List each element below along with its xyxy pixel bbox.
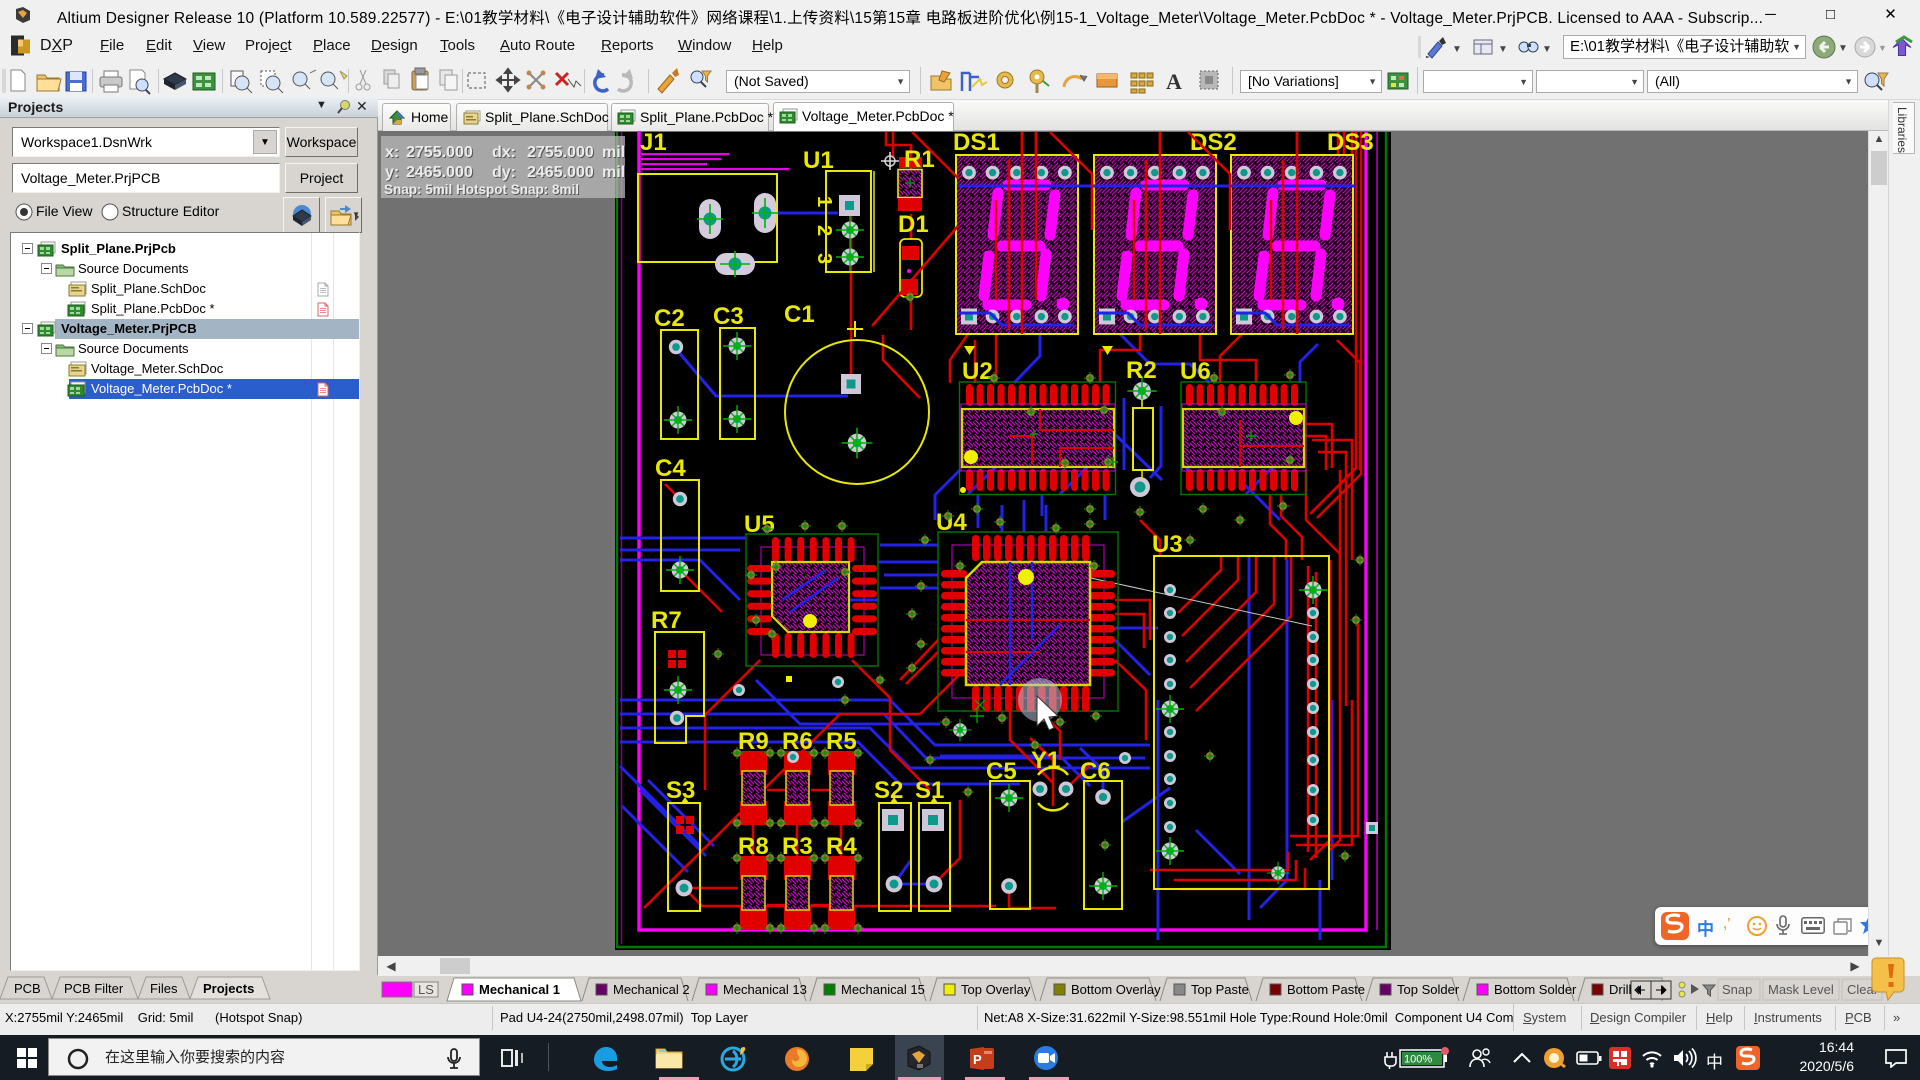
svg-text:C1: C1	[784, 301, 815, 328]
svg-text:C3: C3	[713, 303, 744, 330]
svg-text:J1: J1	[640, 131, 667, 156]
svg-text:Mechanical 1: Mechanical 1	[479, 982, 560, 997]
svg-text:Mask Level: Mask Level	[1768, 982, 1834, 997]
svg-text:C6: C6	[1080, 758, 1111, 785]
svg-text:Snap: 5mil Hotspot Snap: 8mil: Snap: 5mil Hotspot Snap: 8mil	[384, 182, 579, 197]
svg-text:DS1: DS1	[953, 131, 1000, 156]
svg-text:R4: R4	[826, 833, 857, 860]
svg-text:▼: ▼	[1838, 43, 1848, 54]
svg-text:U5: U5	[744, 511, 775, 538]
svg-text:C2: C2	[654, 305, 685, 332]
svg-text:D1: D1	[898, 211, 929, 238]
svg-text:R6: R6	[782, 728, 813, 755]
svg-text:▼: ▼	[1542, 44, 1552, 55]
svg-text:▼: ▼	[1498, 44, 1508, 55]
svg-text:Projects: Projects	[203, 981, 254, 996]
svg-text:2: 2	[813, 225, 835, 236]
svg-text:y:2465.000dy:2465.000mil: y:2465.000dy:2465.000mil	[385, 164, 625, 181]
svg-text:Mechanical 2: Mechanical 2	[613, 982, 690, 997]
svg-text:Top Paste: Top Paste	[1191, 982, 1249, 997]
svg-text:100%: 100%	[1404, 1054, 1432, 1066]
svg-text:Mechanical 15: Mechanical 15	[841, 982, 925, 997]
svg-text:U3: U3	[1152, 531, 1183, 558]
svg-text:R3: R3	[782, 833, 813, 860]
svg-text:Files: Files	[150, 981, 178, 996]
svg-text:LS: LS	[418, 982, 434, 997]
svg-text:DS3: DS3	[1327, 131, 1374, 156]
svg-text:1: 1	[813, 196, 835, 207]
svg-text:S2: S2	[874, 777, 903, 804]
svg-text:R2: R2	[1126, 357, 1157, 384]
svg-text:U6: U6	[1180, 358, 1211, 385]
svg-text:S1: S1	[915, 777, 944, 804]
svg-text:3: 3	[813, 253, 835, 264]
svg-text:Y1: Y1	[1031, 747, 1060, 774]
svg-text:▼: ▼	[1452, 44, 1462, 55]
svg-text:Bottom Solder: Bottom Solder	[1494, 982, 1577, 997]
svg-text:x:2755.000dx:2755.000mil: x:2755.000dx:2755.000mil	[385, 144, 625, 161]
svg-text:▼: ▼	[1878, 43, 1887, 53]
svg-text:Top Overlay: Top Overlay	[961, 982, 1031, 997]
svg-text:PCB Filter: PCB Filter	[64, 981, 124, 996]
svg-text:R7: R7	[651, 607, 682, 634]
svg-text:R8: R8	[738, 833, 769, 860]
svg-text:R9: R9	[738, 728, 769, 755]
svg-text:C4: C4	[655, 455, 686, 482]
svg-text:U2: U2	[962, 358, 993, 385]
svg-text:Top Solder: Top Solder	[1397, 982, 1460, 997]
svg-text:S3: S3	[666, 777, 695, 804]
svg-text:A: A	[1166, 69, 1182, 94]
svg-text:PCB: PCB	[14, 981, 41, 996]
svg-text:Bottom Overlay: Bottom Overlay	[1071, 982, 1161, 997]
svg-text:Bottom Paste: Bottom Paste	[1287, 982, 1365, 997]
svg-text:R5: R5	[826, 728, 857, 755]
svg-text:Snap: Snap	[1722, 982, 1752, 997]
svg-text:U4: U4	[936, 509, 967, 536]
svg-text:P: P	[973, 1052, 982, 1067]
svg-text:DS2: DS2	[1190, 131, 1237, 156]
svg-text:U1: U1	[803, 147, 834, 174]
svg-text:Mechanical 13: Mechanical 13	[723, 982, 807, 997]
svg-text:C5: C5	[986, 758, 1017, 785]
